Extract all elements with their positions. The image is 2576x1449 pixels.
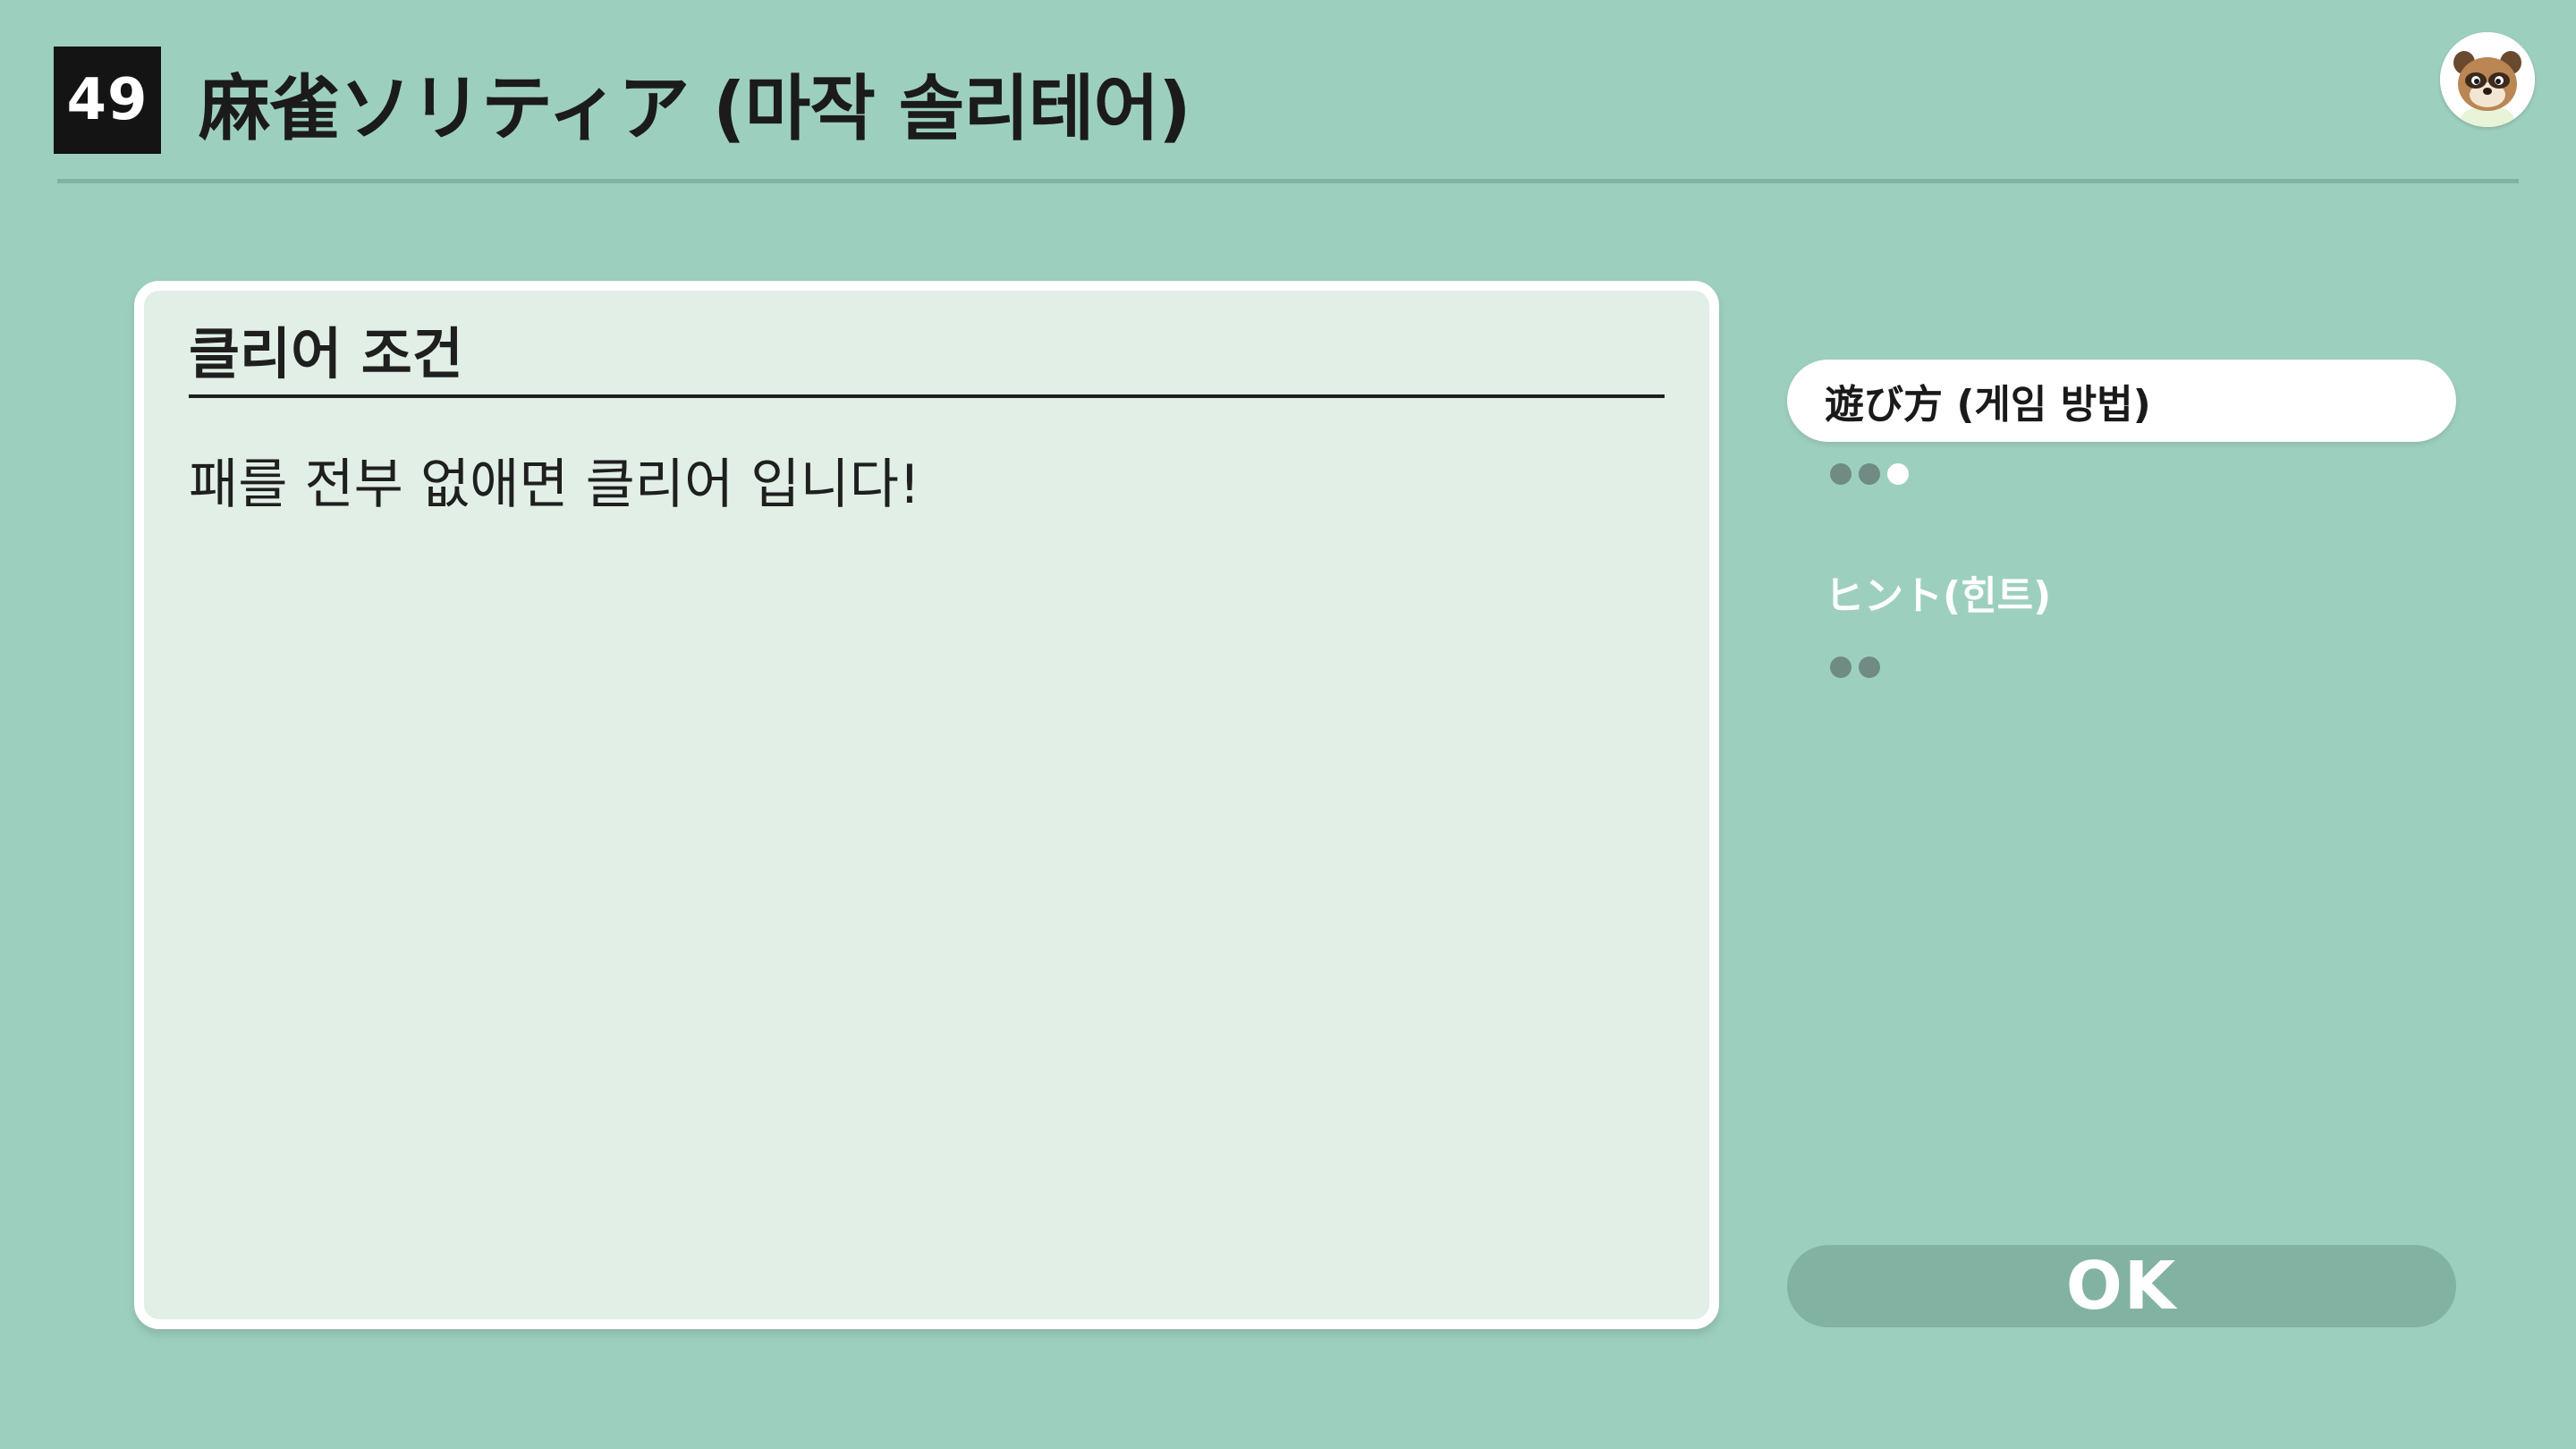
hints-page-dots [1830,657,1880,678]
panel-body-text: 패를 전부 없애면 클리어 입니다! [189,453,920,516]
stage-number-badge: 49 [54,47,161,154]
raccoon-character-icon [2440,32,2535,127]
menu-item-label: 遊び方 (게임 방법) [1825,382,2151,428]
how-to-play-page-dots [1830,463,1909,485]
page-dot [1859,463,1880,485]
menu-item-label: ヒント(힌트) [1825,573,2052,619]
clear-condition-panel: 클리어 조건 패를 전부 없애면 클리어 입니다! [134,281,1719,1329]
menu-item-how-to-play[interactable]: 遊び方 (게임 방법) [1787,360,2456,442]
page-dot-current [1887,463,1909,485]
user-avatar[interactable] [2440,32,2535,127]
panel-heading: 클리어 조건 [189,321,463,386]
panel-heading-rule [189,394,1665,398]
ok-button[interactable]: OK [1787,1245,2456,1327]
menu-item-hints[interactable]: ヒント(힌트) [1787,551,2456,633]
page-title: 麻雀ソリティア (마작 솔리테어) [199,67,1191,150]
page-dot [1830,657,1852,678]
header-divider [57,179,2519,183]
page-dot [1859,657,1880,678]
page-dot [1830,463,1852,485]
